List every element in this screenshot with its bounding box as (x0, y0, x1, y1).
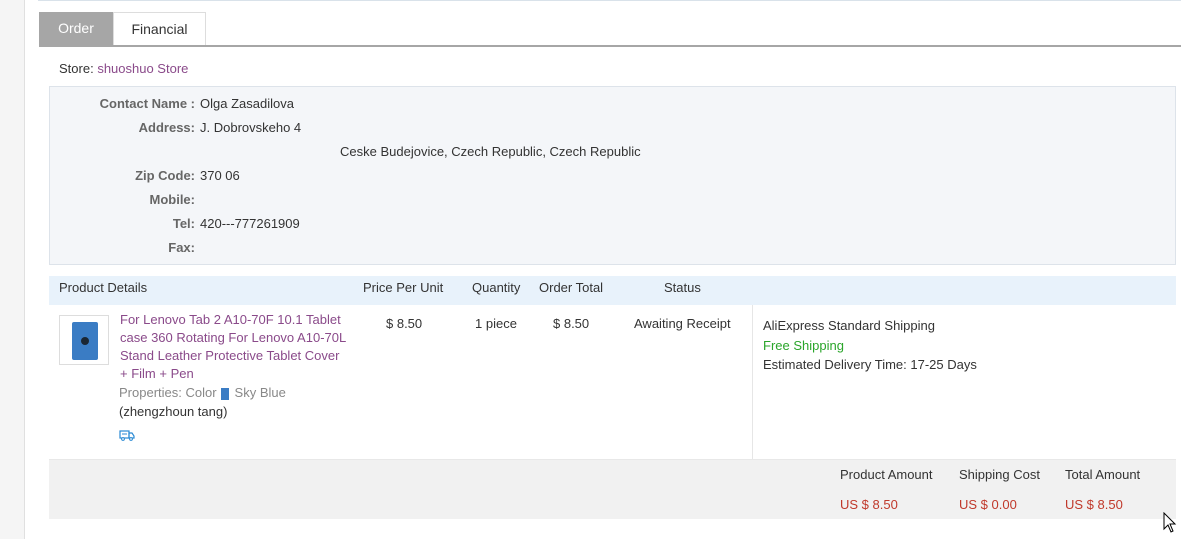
zip-label: Zip Code: (135, 168, 195, 183)
tel-label: Tel: (172, 216, 195, 231)
product-amount-label: Product Amount (840, 467, 933, 482)
table-header: Product Details Price Per Unit Quantity … (49, 276, 1176, 305)
status-value: Awaiting Receipt (634, 316, 731, 331)
total-amount-label: Total Amount (1065, 467, 1141, 482)
address-line2: Ceske Budejovice, Czech Republic, Czech … (340, 144, 641, 159)
contact-value: Olga Zasadilova (200, 96, 294, 111)
quantity-value: 1 piece (475, 316, 517, 331)
header-quantity: Quantity (472, 280, 521, 295)
address-line1: J. Dobrovskeho 4 (200, 120, 302, 135)
header-product-details: Product Details (59, 280, 148, 295)
color-value: Sky Blue (234, 385, 286, 400)
store-label: Store: (59, 61, 94, 76)
header-price-per-unit: Price Per Unit (363, 280, 444, 295)
shipping-cost-label: Shipping Cost (959, 467, 1040, 482)
product-properties: Properties: Color Sky Blue (119, 385, 286, 400)
tab-financial[interactable]: Financial (113, 12, 206, 45)
mobile-label: Mobile: (149, 192, 196, 207)
shipping-method: AliExpress Standard Shipping (763, 318, 935, 333)
seller-name: (zhengzhoun tang) (119, 404, 228, 419)
header-status: Status (664, 280, 701, 295)
tab-bar: Order Financial (39, 12, 1181, 47)
store-line: Store: shuoshuo Store (59, 61, 188, 76)
color-swatch (220, 387, 229, 400)
address-box: Contact Name : Olga Zasadilova Address: … (49, 86, 1176, 265)
top-divider (38, 0, 1181, 2)
delivery-value: 17-25 Days (910, 357, 977, 372)
order-summary: Product Amount Shipping Cost Total Amoun… (49, 460, 1176, 519)
left-panel-edge (0, 0, 25, 539)
tablet-case-image (72, 322, 98, 360)
tel-value: 420---777261909 (200, 216, 300, 231)
zip-value: 370 06 (200, 168, 240, 183)
column-divider (752, 305, 753, 459)
shipping-info: AliExpress Standard Shipping Free Shippi… (763, 316, 977, 375)
cursor-icon (1163, 512, 1177, 533)
table-row: For Lenovo Tab 2 A10-70F 10.1 Tablet cas… (49, 305, 1176, 460)
total-amount-value: US $ 8.50 (1065, 497, 1123, 512)
product-thumbnail[interactable] (59, 315, 109, 365)
product-title-link[interactable]: For Lenovo Tab 2 A10-70F 10.1 Tablet cas… (120, 311, 350, 383)
order-total-value: $ 8.50 (553, 316, 590, 331)
price-per-unit: $ 8.50 (386, 316, 423, 331)
free-shipping-label: Free Shipping (763, 337, 844, 353)
truck-icon[interactable] (119, 429, 135, 441)
product-amount-value: US $ 8.50 (840, 497, 898, 512)
delivery-time-line: Estimated Delivery Time: 17-25 Days (763, 355, 977, 375)
contact-label: Contact Name : (99, 96, 195, 111)
tab-order[interactable]: Order (39, 12, 113, 45)
delivery-label: Estimated Delivery Time: (763, 357, 907, 372)
fax-label: Fax: (168, 240, 195, 255)
address-label: Address: (138, 120, 195, 135)
properties-label: Properties: Color (119, 385, 217, 400)
header-order-total: Order Total (539, 280, 604, 295)
store-link[interactable]: shuoshuo Store (97, 61, 188, 76)
shipping-cost-value: US $ 0.00 (959, 497, 1017, 512)
